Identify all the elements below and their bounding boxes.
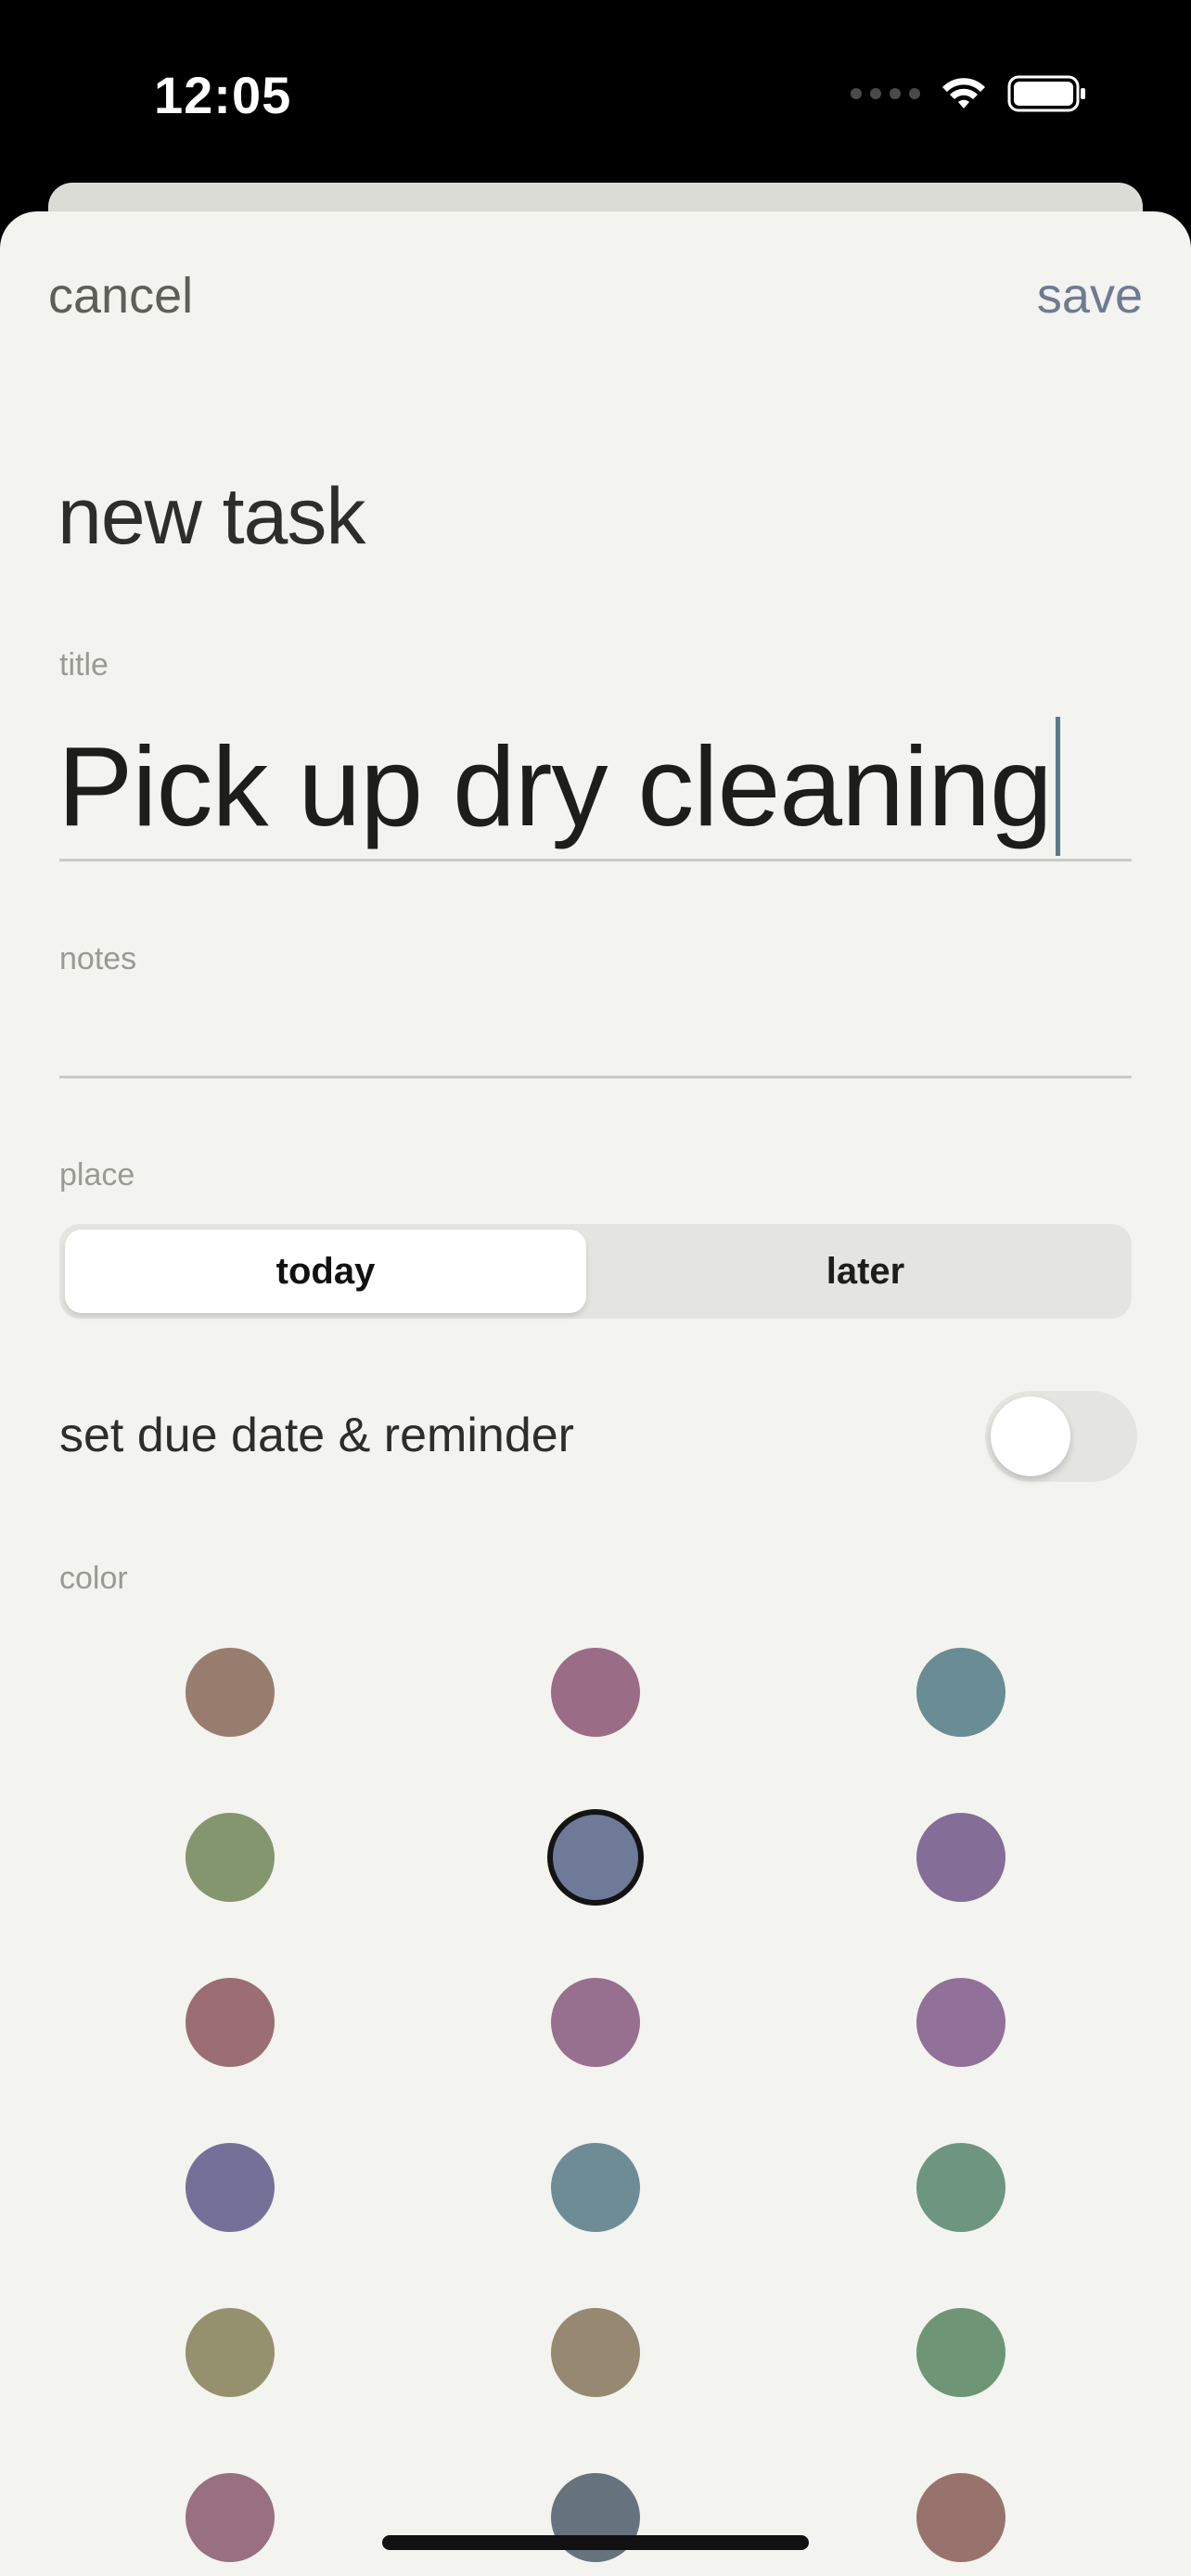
place-option-later[interactable]: later <box>605 1230 1126 1313</box>
color-swatch[interactable] <box>916 2473 1005 2562</box>
wifi-icon <box>942 78 985 108</box>
color-swatch[interactable] <box>916 1648 1005 1737</box>
title-input-text: Pick up dry cleaning <box>58 723 1053 849</box>
status-bar: 12:05 <box>0 0 1191 185</box>
color-swatch[interactable] <box>916 2143 1005 2232</box>
color-swatch[interactable] <box>551 2308 640 2397</box>
color-swatch[interactable] <box>551 2143 640 2232</box>
notes-underline <box>59 1076 1132 1078</box>
home-indicator <box>382 2535 809 2550</box>
color-swatch[interactable] <box>916 2308 1005 2397</box>
place-option-today[interactable]: today <box>65 1230 586 1313</box>
text-caret <box>1055 717 1060 856</box>
color-swatch[interactable] <box>186 2473 275 2562</box>
color-swatch[interactable] <box>547 1809 644 1906</box>
toggle-knob <box>991 1396 1070 1476</box>
color-swatch[interactable] <box>551 1648 640 1737</box>
signal-dots-icon <box>851 88 920 99</box>
new-task-sheet: cancel save new task title Pick up dry c… <box>0 211 1191 2576</box>
place-label: place <box>59 1157 135 1192</box>
place-segmented-control: today later <box>59 1224 1132 1319</box>
notes-label: notes <box>59 941 137 976</box>
notes-input[interactable] <box>59 981 1132 1074</box>
color-swatch[interactable] <box>916 1978 1005 2067</box>
reminder-toggle[interactable] <box>985 1391 1137 1482</box>
screen: 12:05 cancel save new task title Pick up… <box>0 0 1191 2576</box>
cancel-button[interactable]: cancel <box>48 267 193 325</box>
title-underline <box>59 859 1132 861</box>
color-swatch[interactable] <box>186 1648 275 1737</box>
battery-icon <box>1007 75 1085 112</box>
color-swatch[interactable] <box>186 2308 275 2397</box>
color-swatch[interactable] <box>551 1978 640 2067</box>
title-label: title <box>59 647 109 682</box>
color-swatch[interactable] <box>916 1813 1005 1902</box>
color-label: color <box>59 1561 128 1596</box>
color-swatch[interactable] <box>186 1978 275 2067</box>
status-icons <box>851 74 1087 113</box>
reminder-label: set due date & reminder <box>59 1409 574 1462</box>
status-time: 12:05 <box>154 66 292 124</box>
color-swatch[interactable] <box>186 2143 275 2232</box>
color-swatch[interactable] <box>186 1813 275 1902</box>
page-title: new task <box>58 472 365 561</box>
title-input[interactable]: Pick up dry cleaning <box>58 712 1133 861</box>
save-button[interactable]: save <box>1037 267 1143 325</box>
